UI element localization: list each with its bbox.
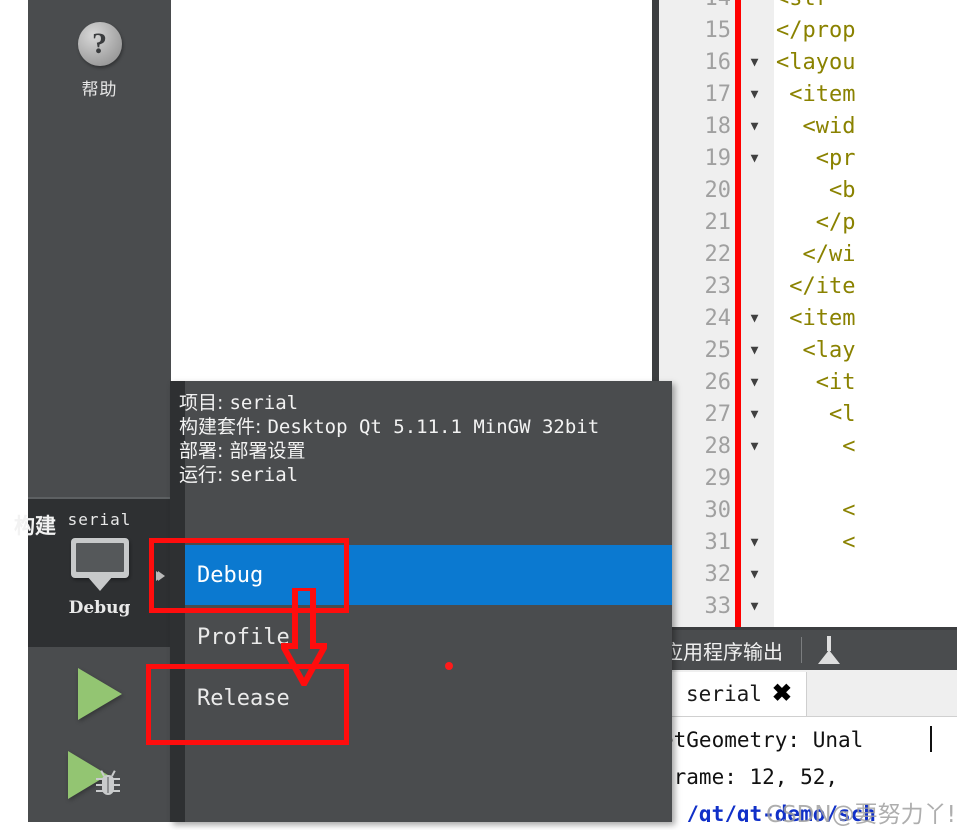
popup-menu-item-release[interactable]: Release bbox=[185, 668, 672, 728]
code-line-text: <pr bbox=[776, 145, 856, 171]
code-line: 19 ▼ <pr bbox=[659, 142, 957, 174]
code-line: 25 ▼ <lay bbox=[659, 334, 957, 366]
annotation-dot bbox=[445, 662, 453, 670]
code-line-text: <it bbox=[776, 369, 856, 395]
popup-menu-item-label: Profile bbox=[197, 624, 290, 650]
output-title: 应用程序输出 bbox=[663, 639, 783, 664]
code-line-text: <item bbox=[776, 305, 856, 331]
code-line-text: </wi bbox=[776, 241, 856, 267]
line-number: 14 bbox=[659, 0, 735, 11]
application-output-pane[interactable]: 应用程序输出 serial ✖ etGeometry: Unal frame: 1… bbox=[659, 630, 957, 822]
popup-info-line: 构建套件: Desktop Qt 5.11.1 MinGW 32bit bbox=[179, 415, 659, 439]
code-line-text: </ite bbox=[776, 273, 856, 299]
code-line-text: </prop bbox=[776, 17, 856, 43]
code-line: 20 <b bbox=[659, 174, 957, 206]
output-line: frame: 12, 52, bbox=[661, 765, 851, 789]
code-line-text: <item bbox=[776, 81, 856, 107]
code-line: 31 ▼ < bbox=[659, 526, 957, 558]
line-number: 16 bbox=[704, 49, 732, 75]
line-number: 24 bbox=[704, 305, 732, 331]
code-line-text: <b bbox=[776, 177, 856, 203]
play-triangle-icon bbox=[77, 668, 122, 720]
popup-info-label: 构建套件: bbox=[179, 416, 268, 438]
kit-mode-label: Debug bbox=[68, 598, 131, 618]
popup-info-line: 项目: serial bbox=[179, 391, 659, 415]
line-number: 22 bbox=[704, 241, 732, 267]
popup-info-value: serial bbox=[229, 464, 299, 486]
code-line: 29 bbox=[659, 462, 957, 494]
code-line: 30 < bbox=[659, 494, 957, 526]
code-line-text: </p bbox=[776, 209, 856, 235]
popup-menu-item-profile[interactable]: Profile bbox=[185, 607, 672, 667]
text-caret bbox=[930, 726, 932, 752]
run-button[interactable] bbox=[28, 655, 171, 733]
code-line: 26 ▼ <it bbox=[659, 366, 957, 398]
broom-icon[interactable] bbox=[816, 636, 842, 664]
popup-info-line: 部署: 部署设置 bbox=[179, 439, 659, 463]
code-line-text: < bbox=[776, 497, 856, 523]
popup-section-title: 构建 bbox=[14, 514, 56, 538]
popup-menu-item-label: Release bbox=[197, 685, 290, 711]
submenu-chevron-icon bbox=[158, 571, 165, 581]
line-number: 15 bbox=[704, 17, 732, 43]
code-line: 14 <str bbox=[659, 0, 957, 14]
sidebar-item-help-label: 帮助 bbox=[81, 80, 118, 100]
output-line: etGeometry: Unal bbox=[661, 728, 864, 752]
monitor-icon bbox=[70, 538, 129, 591]
code-line-text: < bbox=[776, 529, 856, 555]
line-number: 25 bbox=[704, 337, 732, 363]
popup-info-value: Desktop Qt 5.11.1 MinGW 32bit bbox=[267, 416, 600, 438]
code-line: 27 ▼ <l bbox=[659, 398, 957, 430]
annotation-vertical-line bbox=[735, 0, 741, 627]
code-line: 28 ▼ < bbox=[659, 430, 957, 462]
output-tab-serial[interactable]: serial ✖ bbox=[659, 672, 807, 716]
popup-info-label: 运行: bbox=[179, 464, 230, 486]
code-line: 21 </p bbox=[659, 206, 957, 238]
code-line-text: <str bbox=[774, 0, 957, 11]
line-number: 23 bbox=[704, 273, 732, 299]
code-line: 16 ▼ <layou bbox=[659, 46, 957, 78]
code-editor-pane[interactable]: 14 <str 15 </prop 16▼<layou17▼ <item18▼ <wid… bbox=[659, 0, 957, 627]
line-number: 17 bbox=[704, 81, 732, 107]
popup-info-value: 部署设置 bbox=[229, 440, 306, 462]
output-tab-label: serial bbox=[686, 682, 762, 706]
code-line: 33 ▼ bbox=[659, 590, 957, 622]
code-line: 22 </wi bbox=[659, 238, 957, 270]
header-separator bbox=[801, 637, 802, 663]
code-line: 15 </prop bbox=[659, 14, 957, 46]
play-bug-icon bbox=[67, 749, 132, 805]
line-number: 19 bbox=[704, 145, 732, 171]
code-line: 17 ▼ <item bbox=[659, 78, 957, 110]
line-number: 18 bbox=[704, 113, 732, 139]
popup-menu-item-label: Debug bbox=[197, 562, 264, 588]
code-line-text: <layou bbox=[776, 49, 856, 75]
code-line: 32 ▼ bbox=[659, 558, 957, 590]
popup-info-label: 项目: bbox=[179, 392, 230, 414]
popup-menu-item-debug[interactable]: Debug bbox=[185, 545, 672, 605]
sidebar-item-help[interactable]: ? 帮助 bbox=[28, 0, 171, 122]
output-header: 应用程序输出 bbox=[659, 630, 957, 670]
output-tabstrip[interactable]: serial ✖ bbox=[659, 670, 957, 717]
kit-project-label: serial bbox=[67, 510, 132, 529]
code-line-text: <l bbox=[776, 401, 856, 427]
popup-info-block: 项目: serial 构建套件: Desktop Qt 5.11.1 MinGW … bbox=[179, 391, 659, 487]
code-line: 18 ▼ <wid bbox=[659, 110, 957, 142]
close-x-icon[interactable]: ✖ bbox=[772, 682, 792, 706]
code-line-text: < bbox=[776, 433, 856, 459]
popup-info-value: serial bbox=[229, 392, 299, 414]
debug-button[interactable] bbox=[28, 738, 171, 816]
code-line: 23 </ite bbox=[659, 270, 957, 302]
code-line-text: <wid bbox=[776, 113, 856, 139]
code-line: 24 ▼ <item bbox=[659, 302, 957, 334]
code-line-text: <lay bbox=[776, 337, 856, 363]
help-circle-icon: ? bbox=[77, 22, 122, 66]
popup-info-line: 运行: serial bbox=[179, 463, 659, 487]
line-number: 20 bbox=[704, 177, 732, 203]
line-number: 21 bbox=[704, 209, 732, 235]
output-line: : /qt/qt-demo/sch bbox=[661, 802, 876, 822]
popup-info-label: 部署: bbox=[179, 440, 230, 462]
app-root: 14 <str 15 </prop 16▼<layou17▼ <item18▼ <wid… bbox=[0, 0, 957, 830]
mode-sidebar: ? 帮助 serial Debug bbox=[28, 0, 171, 822]
